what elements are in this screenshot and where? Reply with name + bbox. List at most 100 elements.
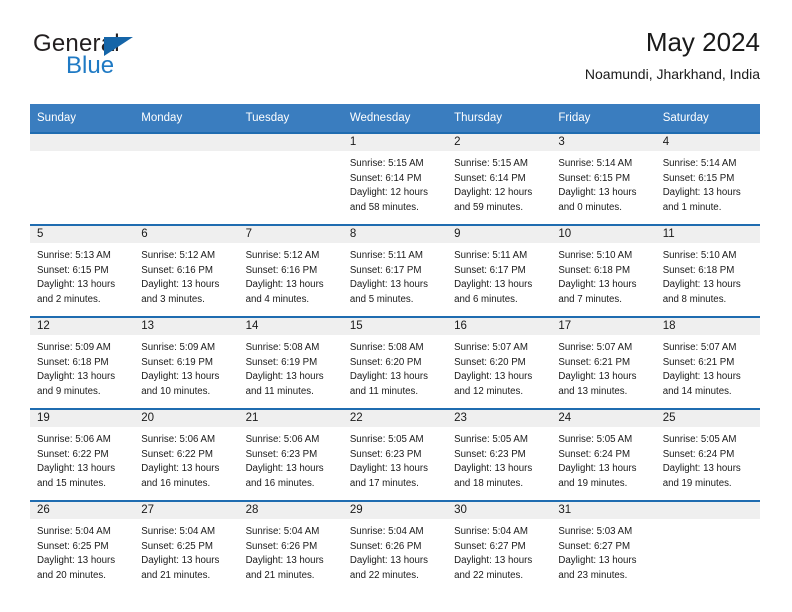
calendar-day-cell[interactable]: 30 Sunrise: 5:04 AM Sunset: 6:27 PM Dayligh… [447, 500, 552, 592]
calendar-day-cell[interactable]: 6 Sunrise: 5:12 AM Sunset: 6:16 PM Daylight… [134, 224, 239, 317]
day-daylight-line-text: Daylight: 13 hours [662, 463, 741, 475]
day-number: 3 [551, 134, 656, 151]
day-number: 31 [551, 502, 656, 519]
calendar-day-cell[interactable]: 25 Sunrise: 5:05 AM Sunset: 6:24 PM Dayligh… [655, 408, 760, 501]
day-daylight-line-text: Daylight: 13 hours [245, 279, 324, 291]
day-sunrise-text: Sunrise: 5:06 AM [141, 434, 216, 445]
day-details: Sunrise: 5:05 AM Sunset: 6:24 PM Daylight:… [551, 427, 655, 491]
day-daylight-line-text: Daylight: 13 hours [37, 279, 116, 291]
day-daylight-line-text: Daylight: 13 hours [558, 555, 637, 567]
calendar-day-cell[interactable]: 12 Sunrise: 5:09 AM Sunset: 6:18 PM Dayligh… [30, 316, 135, 409]
day-details: Sunrise: 5:04 AM Sunset: 6:26 PM Daylight:… [343, 519, 447, 583]
brand-name-blue: Blue [66, 52, 115, 79]
day-sunset-text: Sunset: 6:19 PM [141, 356, 213, 368]
calendar-day-cell[interactable]: 11 Sunrise: 5:10 AM Sunset: 6:18 PM Dayligh… [655, 224, 760, 317]
day-daylight-line-text: and 11 minutes. [245, 385, 314, 397]
calendar-day-cell[interactable]: 5 Sunrise: 5:13 AM Sunset: 6:15 PM Daylight… [30, 224, 135, 317]
calendar-day-cell-empty [238, 132, 343, 225]
day-number: 19 [30, 410, 135, 427]
day-daylight-line-text: and 2 minutes. [37, 293, 101, 305]
day-daylight-line-text: and 16 minutes. [141, 477, 211, 489]
day-number [238, 134, 343, 151]
day-sunrise-text: Sunrise: 5:05 AM [349, 434, 424, 445]
calendar-day-cell[interactable]: 2 Sunrise: 5:15 AM Sunset: 6:14 PM Daylight… [447, 132, 552, 225]
calendar-day-cell[interactable]: 15 Sunrise: 5:08 AM Sunset: 6:20 PM Dayligh… [342, 316, 448, 409]
calendar-week-row: 5 Sunrise: 5:13 AM Sunset: 6:15 PM Daylight… [30, 224, 760, 317]
calendar-day-cell[interactable]: 1 Sunrise: 5:15 AM Sunset: 6:14 PM Daylight… [342, 132, 448, 225]
day-details: Sunrise: 5:03 AM Sunset: 6:27 PM Daylight:… [551, 519, 655, 583]
day-details: Sunrise: 5:15 AM Sunset: 6:14 PM Daylight:… [343, 151, 447, 215]
day-daylight-line-text: Daylight: 13 hours [454, 555, 533, 567]
calendar-day-cell[interactable]: 26 Sunrise: 5:04 AM Sunset: 6:25 PM Dayligh… [30, 500, 135, 592]
day-number: 5 [30, 226, 135, 243]
calendar-day-cell[interactable]: 24 Sunrise: 5:05 AM Sunset: 6:24 PM Dayligh… [551, 408, 656, 501]
calendar-day-cell[interactable]: 20 Sunrise: 5:06 AM Sunset: 6:22 PM Dayligh… [134, 408, 239, 501]
day-number: 9 [447, 226, 552, 243]
day-sunset-text: Sunset: 6:17 PM [349, 264, 422, 276]
day-sunrise-text: Sunrise: 5:05 AM [558, 434, 633, 445]
day-details: Sunrise: 5:04 AM Sunset: 6:26 PM Daylight:… [239, 519, 343, 583]
day-sunrise-text: Sunrise: 5:06 AM [37, 434, 111, 445]
calendar-day-cell[interactable]: 16 Sunrise: 5:07 AM Sunset: 6:20 PM Dayligh… [447, 316, 552, 409]
day-details: Sunrise: 5:10 AM Sunset: 6:18 PM Daylight:… [656, 243, 760, 307]
day-daylight-line-text: Daylight: 13 hours [141, 555, 220, 567]
day-sunset-text: Sunset: 6:15 PM [558, 172, 631, 184]
day-daylight-line-text: Daylight: 12 hours [454, 187, 533, 199]
calendar-day-cell[interactable]: 14 Sunrise: 5:08 AM Sunset: 6:19 PM Dayligh… [238, 316, 343, 409]
calendar-week-row: 19 Sunrise: 5:06 AM Sunset: 6:22 PM Dayligh… [30, 408, 760, 501]
day-daylight-line-text: Daylight: 12 hours [349, 187, 428, 199]
day-daylight-line-text: and 21 minutes. [245, 569, 315, 581]
day-number: 23 [447, 410, 552, 427]
calendar-day-cell[interactable]: 7 Sunrise: 5:12 AM Sunset: 6:16 PM Daylight… [238, 224, 343, 317]
calendar-day-cell[interactable]: 19 Sunrise: 5:06 AM Sunset: 6:22 PM Dayligh… [30, 408, 135, 501]
calendar-day-cell[interactable]: 17 Sunrise: 5:07 AM Sunset: 6:21 PM Dayligh… [551, 316, 656, 409]
day-daylight-line-text: Daylight: 13 hours [558, 187, 637, 199]
calendar-day-cell[interactable]: 27 Sunrise: 5:04 AM Sunset: 6:25 PM Dayligh… [134, 500, 239, 592]
calendar-day-cell[interactable]: 3 Sunrise: 5:14 AM Sunset: 6:15 PM Daylight… [551, 132, 656, 225]
day-daylight-line-text: Daylight: 13 hours [141, 279, 220, 291]
calendar-day-cell[interactable]: 23 Sunrise: 5:05 AM Sunset: 6:23 PM Dayligh… [447, 408, 552, 501]
brand-logo[interactable]: General Blue [33, 30, 183, 86]
day-daylight-line-text: and 3 minutes. [141, 293, 205, 305]
calendar-day-cell[interactable]: 28 Sunrise: 5:04 AM Sunset: 6:26 PM Dayligh… [238, 500, 343, 592]
day-details: Sunrise: 5:12 AM Sunset: 6:16 PM Daylight:… [134, 243, 238, 307]
day-details: Sunrise: 5:07 AM Sunset: 6:20 PM Daylight:… [447, 335, 551, 399]
day-sunset-text: Sunset: 6:21 PM [558, 356, 631, 368]
day-daylight-line-text: Daylight: 13 hours [454, 463, 533, 475]
calendar-day-cell[interactable]: 22 Sunrise: 5:05 AM Sunset: 6:23 PM Dayligh… [342, 408, 448, 501]
page-title: May 2024 [645, 27, 760, 57]
calendar-day-cell[interactable]: 9 Sunrise: 5:11 AM Sunset: 6:17 PM Daylight… [447, 224, 552, 317]
day-sunrise-text: Sunrise: 5:07 AM [662, 342, 737, 353]
calendar-day-cell[interactable]: 18 Sunrise: 5:07 AM Sunset: 6:21 PM Dayligh… [655, 316, 760, 409]
day-daylight-line-text: Daylight: 13 hours [662, 187, 741, 199]
day-daylight-line-text: Daylight: 13 hours [454, 371, 533, 383]
day-details: Sunrise: 5:04 AM Sunset: 6:27 PM Daylight:… [447, 519, 551, 583]
calendar-day-cell[interactable]: 10 Sunrise: 5:10 AM Sunset: 6:18 PM Dayligh… [551, 224, 656, 317]
weekday-header-saturday: Saturday [655, 104, 760, 133]
day-sunrise-text: Sunrise: 5:11 AM [349, 250, 423, 261]
calendar-day-cell[interactable]: 21 Sunrise: 5:06 AM Sunset: 6:23 PM Dayligh… [238, 408, 343, 501]
day-number: 2 [447, 134, 552, 151]
calendar-day-cell[interactable]: 31 Sunrise: 5:03 AM Sunset: 6:27 PM Dayligh… [551, 500, 656, 592]
day-number: 4 [655, 134, 760, 151]
day-sunrise-text: Sunrise: 5:07 AM [558, 342, 633, 353]
weekday-header-tuesday: Tuesday [238, 104, 343, 133]
day-number: 15 [342, 318, 448, 335]
day-details: Sunrise: 5:08 AM Sunset: 6:19 PM Daylight:… [239, 335, 343, 399]
day-sunrise-text: Sunrise: 5:05 AM [662, 434, 737, 445]
calendar-day-cell[interactable]: 13 Sunrise: 5:09 AM Sunset: 6:19 PM Dayligh… [134, 316, 239, 409]
calendar-day-cell-empty [30, 132, 135, 225]
day-details: Sunrise: 5:10 AM Sunset: 6:18 PM Daylight:… [551, 243, 655, 307]
calendar-day-cell[interactable]: 29 Sunrise: 5:04 AM Sunset: 6:26 PM Dayligh… [342, 500, 448, 592]
calendar-day-cell[interactable]: 4 Sunrise: 5:14 AM Sunset: 6:15 PM Daylight… [655, 132, 760, 225]
day-daylight-line-text: and 16 minutes. [245, 477, 315, 489]
day-number: 13 [134, 318, 239, 335]
day-sunset-text: Sunset: 6:19 PM [245, 356, 318, 368]
day-daylight-line-text: and 21 minutes. [141, 569, 211, 581]
day-sunrise-text: Sunrise: 5:06 AM [245, 434, 320, 445]
day-sunset-text: Sunset: 6:23 PM [454, 448, 526, 460]
day-details: Sunrise: 5:14 AM Sunset: 6:15 PM Daylight:… [551, 151, 655, 215]
day-daylight-line-text: and 22 minutes. [349, 569, 419, 581]
day-sunset-text: Sunset: 6:26 PM [349, 540, 422, 552]
calendar-day-cell[interactable]: 8 Sunrise: 5:11 AM Sunset: 6:17 PM Daylight… [342, 224, 448, 317]
